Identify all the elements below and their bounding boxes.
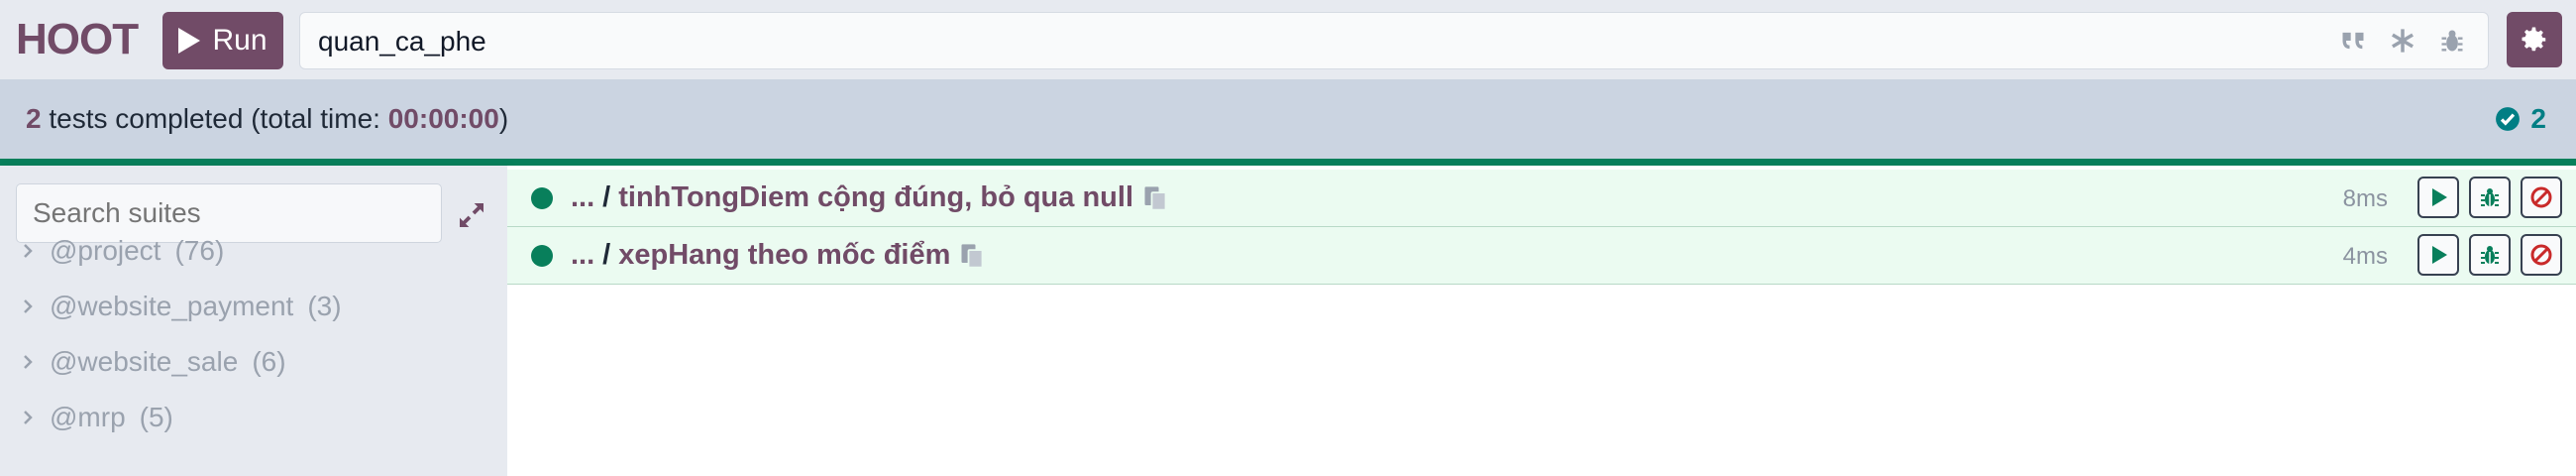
status-dot [531, 245, 553, 267]
asterisk-icon[interactable] [2389, 27, 2416, 55]
bug-icon [2481, 246, 2499, 264]
passed-filter[interactable]: 2 [2495, 103, 2546, 135]
suite-name: @project [50, 235, 161, 266]
ban-icon [2530, 186, 2552, 208]
tests-count: 2 [26, 103, 42, 134]
play-icon [2432, 188, 2447, 206]
test-separator: / [602, 181, 611, 213]
skip-test-button[interactable] [2521, 177, 2562, 218]
suite-count: (5) [139, 402, 173, 432]
test-name[interactable]: xepHang theo mốc điểm [618, 239, 950, 272]
ban-icon [2530, 244, 2552, 266]
suite-item[interactable]: @mrp (5) [20, 390, 173, 445]
play-icon [178, 28, 201, 54]
play-icon [2432, 246, 2447, 264]
test-row[interactable]: ... / xepHang theo mốc điểm 4ms [507, 227, 2576, 285]
progress-bar [0, 159, 2576, 166]
filter-input[interactable] [316, 21, 2302, 62]
skip-test-button[interactable] [2521, 234, 2562, 276]
filter-bar [299, 12, 2489, 69]
status-summary: 2 tests completed (total time: 00:00:00) [26, 103, 508, 135]
suite-item[interactable]: @website_payment (3) [20, 279, 342, 334]
chevron-right-icon [24, 411, 33, 424]
status-text-end: ) [498, 103, 509, 134]
debug-test-button[interactable] [2469, 234, 2511, 276]
run-button[interactable]: Run [162, 12, 283, 69]
top-bar: HOOT Run [0, 0, 2576, 79]
test-name[interactable]: tinhTongDiem cộng đúng, bỏ qua null [618, 181, 1133, 214]
suite-count: (3) [307, 291, 342, 321]
test-duration: 4ms [2342, 243, 2388, 270]
check-circle-icon [2496, 107, 2521, 131]
copy-icon[interactable] [958, 242, 986, 270]
chevron-right-icon [24, 244, 33, 258]
run-test-button[interactable] [2417, 234, 2459, 276]
status-dot [531, 187, 553, 209]
test-title: ... / xepHang theo mốc điểm [571, 239, 986, 272]
bug-icon [2481, 188, 2499, 206]
status-bar: 2 tests completed (total time: 00:00:00)… [0, 79, 2576, 159]
suite-name: @mrp [50, 402, 126, 432]
filter-options [2339, 27, 2466, 55]
gear-icon [2522, 27, 2546, 52]
hoot-logo: HOOT [16, 15, 139, 63]
suite-name: @website_payment [50, 291, 294, 321]
copy-icon[interactable] [1141, 184, 1169, 212]
test-prefix[interactable]: ... [571, 181, 594, 214]
quote-icon[interactable] [2339, 27, 2367, 55]
test-prefix[interactable]: ... [571, 239, 594, 272]
suite-sidebar: @project (76) @website_payment (3) @webs… [0, 166, 507, 476]
debug-test-button[interactable] [2469, 177, 2511, 218]
expand-icon[interactable] [456, 199, 487, 231]
test-title: ... / tinhTongDiem cộng đúng, bỏ qua nul… [571, 181, 1169, 214]
suite-count: (76) [174, 235, 225, 266]
suite-name: @website_sale [50, 346, 239, 377]
test-duration: 8ms [2342, 185, 2388, 212]
test-actions [2417, 177, 2562, 218]
bug-icon[interactable] [2438, 27, 2466, 55]
suite-item[interactable]: @website_sale (6) [20, 334, 286, 390]
status-text-middle: tests completed (total time: [41, 103, 388, 134]
test-separator: / [602, 239, 611, 271]
total-time: 00:00:00 [387, 103, 499, 134]
test-row[interactable]: ... / tinhTongDiem cộng đúng, bỏ qua nul… [507, 170, 2576, 227]
run-button-label: Run [212, 24, 268, 57]
test-actions [2417, 234, 2562, 276]
suite-count: (6) [252, 346, 286, 377]
suite-item[interactable]: @project (76) [20, 223, 224, 279]
chevron-right-icon [24, 355, 33, 369]
chevron-right-icon [24, 299, 33, 313]
results-panel: ... / tinhTongDiem cộng đúng, bỏ qua nul… [507, 166, 2576, 476]
run-test-button[interactable] [2417, 177, 2459, 218]
settings-button[interactable] [2507, 12, 2562, 67]
passed-count: 2 [2530, 103, 2546, 134]
